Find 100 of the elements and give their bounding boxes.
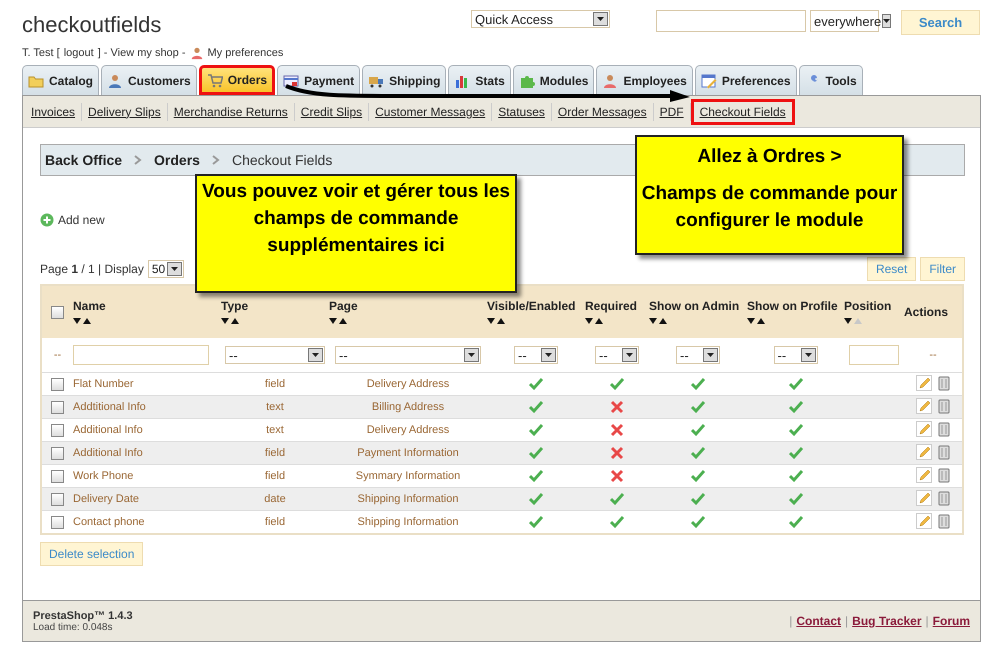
- subtab-link[interactable]: Invoices: [25, 102, 82, 120]
- column-header: Position: [844, 299, 892, 313]
- subtab-link[interactable]: Delivery Slips: [82, 102, 168, 120]
- nav-tab[interactable]: Employees: [596, 65, 693, 95]
- person-icon: [107, 72, 124, 88]
- footer-link[interactable]: Forum: [932, 614, 970, 628]
- row-checkbox[interactable]: [51, 400, 64, 414]
- column-header: Visible/Enabled: [487, 299, 576, 313]
- search-field[interactable]: [656, 10, 806, 32]
- delete-icon[interactable]: [938, 398, 950, 414]
- edit-icon[interactable]: [916, 444, 932, 460]
- table-cell: field: [264, 516, 286, 528]
- sort-arrows-icon[interactable]: [329, 317, 349, 325]
- sort-arrows-icon[interactable]: [221, 317, 241, 325]
- subtab-link[interactable]: Credit Slips: [294, 102, 370, 120]
- add-new-link[interactable]: Add new: [58, 213, 105, 227]
- empty-filter: --: [929, 349, 937, 361]
- breadcrumb-item[interactable]: Orders: [154, 152, 200, 168]
- person-icon: [602, 72, 618, 88]
- nav-tab[interactable]: Shipping: [362, 65, 446, 95]
- delete-icon[interactable]: [938, 420, 950, 436]
- sort-arrows-icon[interactable]: [649, 317, 669, 325]
- table-cell: Shipping Information: [358, 493, 458, 505]
- shop-title: checkoutfields: [22, 12, 162, 38]
- separator-text: |: [845, 614, 848, 628]
- edit-icon[interactable]: [916, 398, 932, 414]
- column-header: Type: [221, 299, 250, 313]
- filter-dropdown[interactable]: --: [225, 346, 325, 364]
- preferences-link[interactable]: My preferences: [208, 47, 284, 59]
- callout-text: Allez à Ordres >: [696, 145, 843, 169]
- filter-dropdown[interactable]: --: [335, 346, 481, 364]
- row-checkbox[interactable]: [51, 492, 64, 506]
- sort-arrows-icon[interactable]: [844, 317, 864, 325]
- callout-text: Vous pouvez voir et gérer tous les champs de commande supplémentaires ici: [201, 180, 511, 258]
- delete-icon[interactable]: [938, 512, 950, 528]
- quick-access-dropdown[interactable]: Quick Access: [471, 10, 610, 28]
- chevron-icon: [134, 155, 142, 165]
- footer-link[interactable]: Bug Tracker: [852, 614, 922, 628]
- row-checkbox[interactable]: [51, 446, 64, 460]
- table-cell: Additional Info: [73, 424, 143, 436]
- filter-field[interactable]: [73, 345, 209, 365]
- nav-tab[interactable]: Stats: [448, 65, 511, 95]
- nav-tab[interactable]: Customers: [101, 65, 197, 95]
- nav-tab[interactable]: Modules: [512, 65, 594, 95]
- row-checkbox[interactable]: [51, 378, 64, 390]
- subtab-link[interactable]: Customer Messages: [369, 102, 492, 120]
- filter-dropdown[interactable]: --: [676, 346, 720, 364]
- edit-icon[interactable]: [916, 374, 932, 390]
- nav-tab[interactable]: Payment: [277, 65, 360, 95]
- subtab-link[interactable]: Merchandise Returns: [168, 102, 295, 120]
- subtab-link[interactable]: Checkout Fields: [690, 98, 795, 124]
- breadcrumb-item: Checkout Fields: [232, 152, 332, 168]
- subtab-link[interactable]: Statuses: [492, 102, 552, 120]
- logout-link[interactable]: logout: [64, 47, 94, 59]
- nav-tab[interactable]: Preferences: [694, 65, 797, 95]
- table-cell: Delivery Address: [366, 378, 450, 390]
- row-checkbox[interactable]: [51, 470, 64, 482]
- delete-icon[interactable]: [938, 374, 950, 390]
- breadcrumb-item[interactable]: Back Office: [45, 152, 122, 168]
- table-cell: Contact phone: [73, 516, 145, 528]
- subtab-link[interactable]: Order Messages: [552, 102, 654, 120]
- column-header: Page: [329, 299, 359, 313]
- chevron-icon: [212, 155, 220, 165]
- edit-icon[interactable]: [916, 466, 932, 482]
- footer-link[interactable]: Contact: [796, 614, 842, 628]
- sort-arrows-icon[interactable]: [585, 317, 605, 325]
- table-cell: Work Phone: [73, 470, 134, 482]
- edit-icon[interactable]: [916, 512, 932, 528]
- select-all-checkbox[interactable]: [51, 306, 64, 320]
- filter-dropdown[interactable]: --: [774, 346, 818, 364]
- filter-dropdown[interactable]: --: [595, 346, 639, 364]
- delete-icon[interactable]: [938, 466, 950, 482]
- filter-field[interactable]: [849, 345, 899, 365]
- delete-icon[interactable]: [938, 444, 950, 460]
- edit-icon[interactable]: [916, 420, 932, 436]
- sort-arrows-icon[interactable]: [487, 317, 507, 325]
- per-page-dropdown[interactable]: 50: [148, 260, 184, 278]
- nav-tab[interactable]: Catalog: [22, 65, 100, 95]
- sort-arrows-icon[interactable]: [73, 317, 93, 325]
- nav-tab[interactable]: Orders: [198, 65, 276, 95]
- user-name: T. Test [: [22, 47, 60, 59]
- table-cell: field: [264, 447, 286, 459]
- subtab-link[interactable]: PDF: [654, 102, 691, 120]
- callout-text: Champs de commande pour configurer le module: [640, 182, 898, 233]
- edit-icon[interactable]: [916, 490, 932, 506]
- empty-filter: --: [54, 349, 62, 361]
- version-text: PrestaShop™ 1.4.3: [33, 610, 133, 622]
- filter-dropdown[interactable]: --: [514, 346, 558, 364]
- view-shop-link[interactable]: ] - View my shop -: [98, 47, 186, 59]
- row-checkbox[interactable]: [51, 424, 64, 436]
- cart-icon: [206, 72, 223, 88]
- table-cell: date: [264, 493, 286, 505]
- nav-tab[interactable]: Tools: [798, 65, 863, 95]
- table-cell: Additional Info: [73, 447, 143, 459]
- card-icon: [283, 72, 300, 88]
- row-checkbox[interactable]: [51, 516, 64, 528]
- table-cell: field: [264, 378, 286, 390]
- column-header: Show on Admin: [649, 299, 740, 313]
- delete-icon[interactable]: [938, 490, 950, 506]
- sort-arrows-icon[interactable]: [747, 317, 767, 325]
